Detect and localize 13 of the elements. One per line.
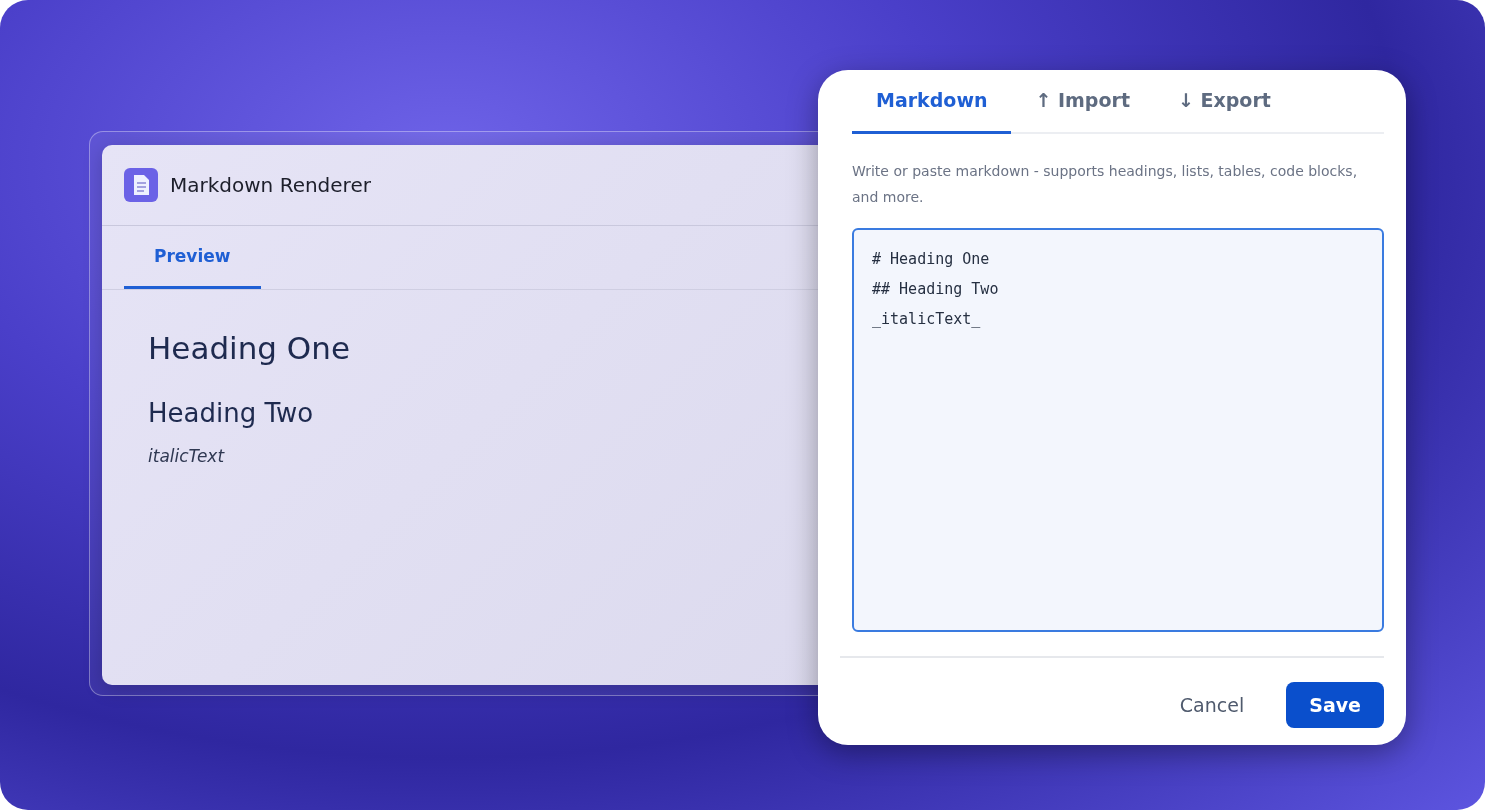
rendered-italic-text: italicText	[148, 446, 225, 466]
document-icon	[124, 168, 158, 202]
save-button[interactable]: Save	[1286, 682, 1384, 728]
cancel-button[interactable]: Cancel	[1159, 682, 1265, 728]
markdown-editor[interactable]: # Heading One ## Heading Two _italicText_	[852, 228, 1384, 632]
rendered-heading: Heading One	[148, 330, 350, 366]
preview-tab[interactable]: Preview	[124, 226, 261, 289]
window-title: Markdown Renderer	[170, 173, 371, 197]
dialog-tab[interactable]: ↑ Import	[1011, 70, 1154, 134]
dialog-tab[interactable]: ↓ Export	[1154, 70, 1295, 134]
dialog-tab[interactable]: Markdown	[852, 70, 1012, 134]
rendered-subheading: Heading Two	[148, 398, 314, 428]
help-text: Write or paste markdown - supports headings, lists, tables, code blocks, and more.	[852, 162, 1359, 207]
